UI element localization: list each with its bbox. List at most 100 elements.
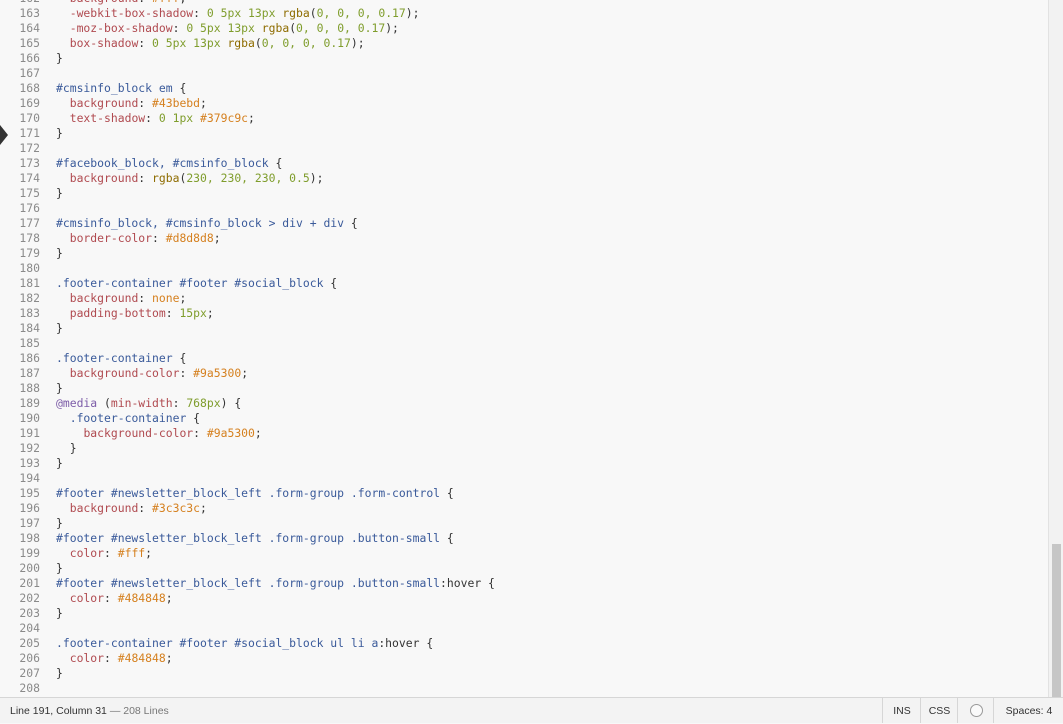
code-line[interactable]: 178 border-color: #d8d8d8; [0,231,1048,246]
vertical-scrollbar[interactable] [1048,0,1063,697]
insert-mode-toggle[interactable]: INS [882,698,921,723]
code-line[interactable]: 202 color: #484848; [0,591,1048,606]
code-token: : [165,306,180,320]
code-line[interactable]: 171} [0,126,1048,141]
code-line[interactable]: 165 box-shadow: 0 5px 13px rgba(0, 0, 0,… [0,36,1048,51]
code-line[interactable]: 184} [0,321,1048,336]
code-line[interactable]: 169 background: #43bebd; [0,96,1048,111]
code-line[interactable]: 163 -webkit-box-shadow: 0 5px 13px rgba(… [0,6,1048,21]
code-line[interactable]: 172 [0,141,1048,156]
code-line[interactable]: 187 background-color: #9a5300; [0,366,1048,381]
code-token: : [152,231,166,245]
code-line[interactable]: 180 [0,261,1048,276]
line-code: } [56,246,63,261]
code-token: border-color [69,231,153,245]
code-token: -moz-box-shadow [69,21,173,35]
language-selector[interactable]: CSS [920,698,958,723]
line-code: #cmsinfo_block em { [56,81,186,96]
code-line[interactable]: 181 .footer-container #footer #social_blo… [0,276,1048,291]
code-token: none [152,291,180,305]
code-token: { [440,531,454,545]
code-token: #cmsinfo_block, #cmsinfo_block > div + d… [56,216,345,230]
code-token: ; [145,546,153,560]
code-token: background [69,171,139,185]
code-token: : [138,291,153,305]
code-token: ); [405,6,420,20]
code-line[interactable]: 195 #footer #newsletter_block_left .form-… [0,486,1048,501]
code-line[interactable]: 191 background-color: #9a5300; [0,426,1048,441]
code-line[interactable]: 204 [0,621,1048,636]
line-code: background: #3c3c3c; [56,501,207,516]
line-code: #facebook_block, #cmsinfo_block { [56,156,282,171]
code-line[interactable]: 177 #cmsinfo_block, #cmsinfo_block > div … [0,216,1048,231]
code-token: #484848 [117,651,166,665]
code-line[interactable]: 173 #facebook_block, #cmsinfo_block { [0,156,1048,171]
code-token: background-color [69,366,180,380]
code-line[interactable]: 205 .footer-container #footer #social_blo… [0,636,1048,651]
code-line[interactable]: 164 -moz-box-shadow: 0 5px 13px rgba(0, … [0,21,1048,36]
code-line[interactable]: 182 background: none; [0,291,1048,306]
line-code: } [56,456,63,471]
code-token: ; [206,306,214,320]
code-token: ); [309,171,324,185]
code-line[interactable]: 188} [0,381,1048,396]
code-line[interactable]: 206 color: #484848; [0,651,1048,666]
code-token: 0 1px [158,111,201,125]
code-line[interactable]: 201 #footer #newsletter_block_left .form-… [0,576,1048,591]
code-token: } [56,246,63,260]
line-code: color: #fff; [56,546,152,561]
code-line[interactable]: 190 .footer-container { [0,411,1048,426]
code-token: : [138,36,153,50]
code-token: ; [165,591,173,605]
code-line[interactable]: 185 [0,336,1048,351]
indent-setting[interactable]: Spaces: 4 [993,698,1063,723]
code-line[interactable]: 199 color: #fff; [0,546,1048,561]
code-line[interactable]: 193} [0,456,1048,471]
code-line[interactable]: 194 [0,471,1048,486]
code-line[interactable]: 183 padding-bottom: 15px; [0,306,1048,321]
code-line[interactable]: 170 text-shadow: 0 1px #379c9c; [0,111,1048,126]
code-token: 0, 0, 0, 0.17 [316,6,406,20]
code-token: 15px [179,306,207,320]
code-line[interactable]: 166} [0,51,1048,66]
code-line[interactable]: 192 } [0,441,1048,456]
code-line[interactable]: 175} [0,186,1048,201]
scrollbar-thumb[interactable] [1052,544,1061,697]
cursor-position[interactable]: Line 191, Column 31 — 208 Lines [10,705,169,717]
code-line[interactable]: 203} [0,606,1048,621]
code-line[interactable]: 176 [0,201,1048,216]
code-line[interactable]: 167 [0,66,1048,81]
code-line[interactable]: 174 background: rgba(230, 230, 230, 0.5)… [0,171,1048,186]
code-line[interactable]: 168 #cmsinfo_block em { [0,81,1048,96]
code-token: #footer #newsletter_block_left .form-gro… [56,576,441,590]
code-line[interactable]: 200} [0,561,1048,576]
code-token: : [138,0,152,5]
code-token: { [323,276,338,290]
code-line[interactable]: 179} [0,246,1048,261]
collapse-arrow-icon[interactable] [0,125,8,145]
code-line[interactable]: 189 @media (min-width: 768px) { [0,396,1048,411]
line-code: border-color: #d8d8d8; [56,231,221,246]
code-line[interactable]: 197} [0,516,1048,531]
code-token: rgba [261,21,290,35]
code-line[interactable]: 207} [0,666,1048,681]
line-number: 179 [19,246,40,260]
code-token: { [344,216,358,230]
code-line[interactable]: 186 .footer-container { [0,351,1048,366]
line-number: 181 [19,276,40,290]
line-code: } [56,441,77,456]
lint-status[interactable] [957,698,994,723]
code-lines[interactable]: 162 background: #fff;163 -webkit-box-sha… [0,0,1048,696]
code-editor[interactable]: 162 background: #fff;163 -webkit-box-sha… [0,0,1048,697]
line-code: } [56,381,63,396]
code-line[interactable]: 198 #footer #newsletter_block_left .form-… [0,531,1048,546]
code-line[interactable]: 208 [0,681,1048,696]
code-line[interactable]: 196 background: #3c3c3c; [0,501,1048,516]
cursor-position-label: Line 191, Column 31 [10,705,107,717]
